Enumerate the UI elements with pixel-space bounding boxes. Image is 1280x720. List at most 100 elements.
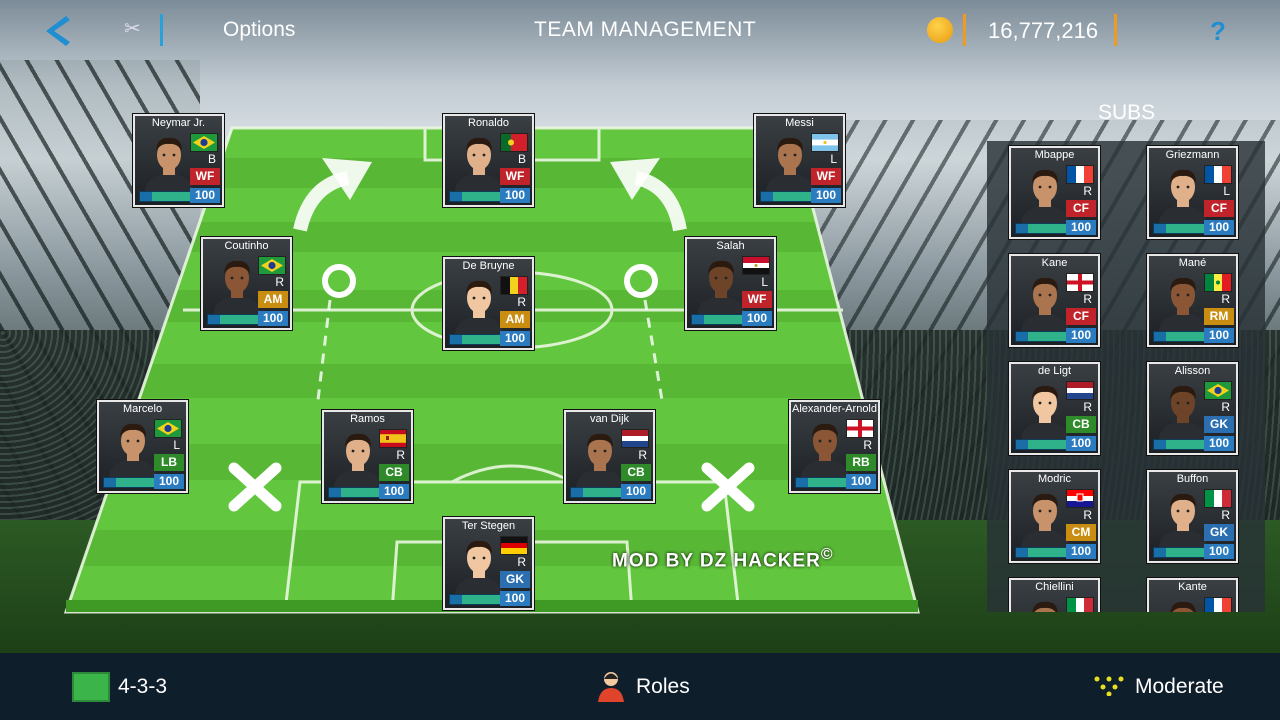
player-foot: R [638, 448, 647, 462]
player-rating: 100 [500, 331, 530, 346]
roles-player-icon[interactable] [596, 668, 630, 702]
player-position: LB [154, 454, 184, 471]
player-foot: B [517, 152, 526, 166]
spain-flag-icon [379, 429, 407, 448]
player-foot: R [1083, 508, 1092, 522]
player-rating: 100 [500, 591, 530, 606]
player-card[interactable]: van Dijk R CB 100 [564, 410, 655, 503]
stamina-bar [449, 334, 503, 345]
coin-icon [927, 17, 953, 43]
player-name: Kane [1041, 257, 1068, 269]
stamina-bar [795, 477, 849, 488]
player-card[interactable]: Modric R CM 100 [1009, 470, 1100, 563]
stamina-bar [1015, 547, 1069, 558]
page-title: TEAM MANAGEMENT [534, 18, 757, 41]
player-rating: 100 [1204, 436, 1234, 451]
player-card[interactable]: Chiellini [1009, 578, 1100, 612]
player-rating: 100 [1066, 436, 1096, 451]
player-name: Marcelo [122, 403, 163, 415]
player-name: de Ligt [1037, 365, 1072, 377]
player-name: Modric [1037, 473, 1071, 485]
stamina-bar [1153, 331, 1207, 342]
player-position: RM [1204, 308, 1234, 325]
player-name: Neymar Jr. [151, 117, 206, 129]
player-foot: R [1221, 400, 1230, 414]
player-card[interactable]: Buffon R GK 100 [1147, 470, 1238, 563]
player-position: CB [1066, 416, 1096, 433]
player-foot: L [830, 152, 837, 166]
player-name: Messi [785, 117, 814, 129]
player-rating: 100 [190, 188, 220, 203]
player-position: GK [1204, 524, 1234, 541]
stamina-bar [1015, 223, 1069, 234]
player-card[interactable]: Ronaldo B WF 100 [443, 114, 534, 207]
formation-button[interactable]: 4-3-3 [118, 675, 167, 699]
netherlands-flag-icon [1066, 381, 1094, 400]
player-card[interactable]: Messi L WF 100 [754, 114, 845, 207]
player-card[interactable]: De Bruyne R AM 100 [443, 257, 534, 350]
player-card[interactable]: Neymar Jr. B WF 100 [133, 114, 224, 207]
player-card[interactable]: Griezmann L CF 100 [1147, 146, 1238, 239]
stamina-bar [449, 594, 503, 605]
formation-pitch-icon[interactable] [72, 672, 110, 702]
player-position: RB [846, 454, 876, 471]
coin-divider-left [963, 14, 966, 46]
player-name: Ronaldo [468, 117, 509, 129]
stamina-bar [1153, 439, 1207, 450]
player-position: WF [190, 168, 220, 185]
egypt-flag-icon [742, 256, 770, 275]
player-rating: 100 [811, 188, 841, 203]
player-portrait [451, 536, 507, 594]
player-card[interactable]: Ter Stegen R GK 100 [443, 517, 534, 610]
player-foot: R [1083, 292, 1092, 306]
player-card[interactable]: de Ligt R CB 100 [1009, 362, 1100, 455]
roles-button[interactable]: Roles [636, 675, 690, 699]
player-name: Mbappe [1034, 149, 1075, 161]
player-position: CB [379, 464, 409, 481]
player-card[interactable]: Alexander-Arnold R RB 100 [789, 400, 880, 493]
player-portrait [1155, 381, 1211, 439]
player-rating: 100 [379, 484, 409, 499]
player-foot: B [207, 152, 216, 166]
player-position: CM [1066, 524, 1096, 541]
player-position: GK [500, 571, 530, 588]
tools-icon[interactable]: ✂ [124, 16, 141, 41]
italy-flag-icon [1204, 489, 1232, 508]
player-card[interactable]: Mbappe R CF 100 [1009, 146, 1100, 239]
player-foot: R [517, 555, 526, 569]
player-rating: 100 [846, 474, 876, 489]
help-icon[interactable]: ? [1210, 16, 1226, 47]
player-name: Mané [1178, 257, 1207, 269]
player-card[interactable]: Marcelo L LB 100 [97, 400, 188, 493]
stamina-bar [139, 191, 193, 202]
player-rating: 100 [1204, 328, 1234, 343]
player-position: CF [1204, 200, 1234, 217]
back-arrow-icon[interactable] [44, 16, 70, 46]
player-card[interactable]: Alisson R GK 100 [1147, 362, 1238, 455]
belgium-flag-icon [500, 276, 528, 295]
mentality-button[interactable]: Moderate [1135, 675, 1224, 699]
player-name: Griezmann [1165, 149, 1220, 161]
player-card[interactable]: Coutinho R AM 100 [201, 237, 292, 330]
options-button[interactable]: Options [223, 18, 295, 42]
senegal-flag-icon [1204, 273, 1232, 292]
france-flag-icon [1204, 597, 1232, 612]
player-card[interactable]: Kante [1147, 578, 1238, 612]
france-flag-icon [1066, 165, 1094, 184]
stamina-bar [1015, 331, 1069, 342]
player-foot: R [863, 438, 872, 452]
mentality-dots-icon[interactable] [1094, 676, 1124, 696]
player-position: GK [1204, 416, 1234, 433]
player-name: Kante [1178, 581, 1207, 593]
player-card[interactable]: Salah L WF 100 [685, 237, 776, 330]
stamina-bar [207, 314, 261, 325]
portugal-flag-icon [500, 133, 528, 152]
player-card[interactable]: Ramos R CB 100 [322, 410, 413, 503]
player-card[interactable]: Mané R RM 100 [1147, 254, 1238, 347]
stamina-bar [1153, 223, 1207, 234]
player-card[interactable]: Kane R CF 100 [1009, 254, 1100, 347]
subs-panel[interactable]: Mbappe R CF 100 Griezmann L CF 100 Kane R CF 100 Man… [987, 141, 1265, 612]
player-portrait [572, 429, 628, 487]
player-portrait [1155, 597, 1211, 612]
brazil-flag-icon [1204, 381, 1232, 400]
